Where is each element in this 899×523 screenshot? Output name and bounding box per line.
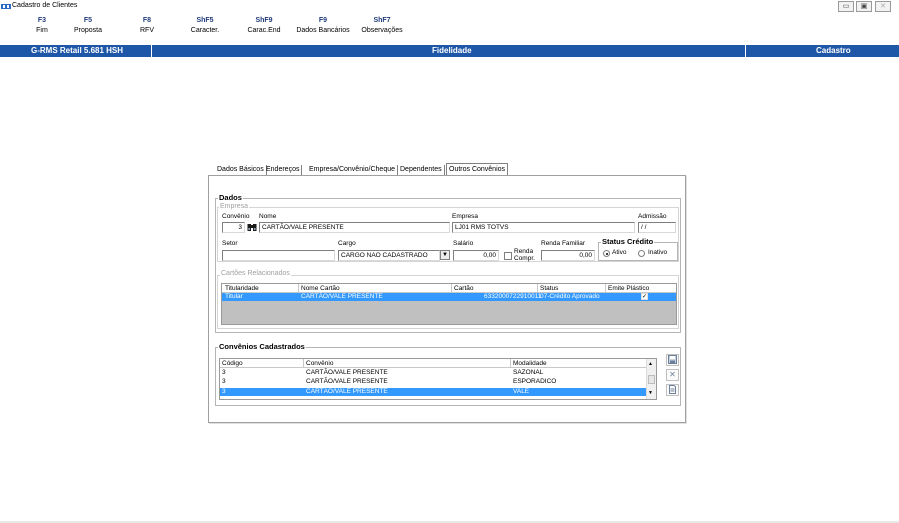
- fkey-code: ShF7: [373, 17, 391, 24]
- scroll-down-icon[interactable]: ▼: [648, 390, 653, 396]
- tab-label: Outros Convênios: [449, 166, 506, 173]
- convenio-field[interactable]: 3: [222, 222, 245, 233]
- column-header[interactable]: Cartão: [454, 284, 474, 293]
- column-header[interactable]: Código: [222, 359, 243, 368]
- cell-status: 07-Crédito Aprovado: [540, 293, 600, 300]
- cell-convenio: CARTÃO/VALE PRESENTE: [306, 388, 388, 395]
- tab-label: Dados Básicos: [217, 166, 264, 173]
- product-name: G-RMS Retail 5.681 HSH: [31, 46, 124, 55]
- salario-field[interactable]: 0,00: [453, 250, 499, 261]
- close-button[interactable]: ✕: [875, 1, 891, 12]
- cell-codigo: 3: [222, 378, 226, 385]
- cargo-select[interactable]: CARGO NAO CADASTRADO: [338, 250, 440, 261]
- column-separator: [510, 359, 511, 368]
- table-row[interactable]: Titular CARTÃO/VALE PRESENTE 63320007229…: [222, 293, 676, 301]
- status-bar: G-RMS Retail 5.681 HSH Fidelidade Cadast…: [0, 45, 899, 57]
- tab-dados-basicos[interactable]: Dados Básicos: [215, 165, 267, 175]
- renda-familiar-field[interactable]: 0,00: [541, 250, 595, 261]
- status-separator: [151, 45, 152, 57]
- salario-label: Salário: [453, 240, 474, 247]
- checkmark-icon: ✓: [641, 293, 648, 300]
- cartoes-group-title: Cartões Relacionados: [220, 270, 291, 277]
- column-header[interactable]: Emite Plástico: [608, 284, 649, 293]
- column-separator: [605, 284, 606, 293]
- convenios-grid-header: Código Convênio Modalidade: [220, 359, 656, 368]
- setor-label: Setor: [222, 240, 238, 247]
- renda-compr-label: Renda Compr.: [514, 248, 535, 262]
- cell-cartao: 6332000722910011: [484, 293, 542, 300]
- tab-label: Dependentes: [400, 166, 442, 173]
- cell-convenio: CARTÃO/VALE PRESENTE: [306, 378, 388, 385]
- module-name: Fidelidade: [432, 46, 472, 55]
- column-separator: [451, 284, 452, 293]
- inativo-label: Inativo: [648, 249, 668, 256]
- chevron-down-icon[interactable]: ▼: [440, 250, 450, 260]
- vertical-scrollbar[interactable]: ▲ ▼: [646, 359, 656, 399]
- tab-label: Empresa/Convênio/Cheque: [309, 166, 395, 173]
- tab-enderecos[interactable]: Endereços: [264, 165, 303, 175]
- convenios-grid[interactable]: Código Convênio Modalidade 3 CARTÃO/VALE…: [219, 358, 657, 400]
- column-separator: [537, 284, 538, 293]
- dados-group-title: Dados: [218, 193, 243, 202]
- fkey-label: Observações: [361, 27, 403, 34]
- mode-name: Cadastro: [816, 46, 851, 55]
- empresa-label: Empresa: [452, 213, 479, 220]
- binoculars-icon[interactable]: [247, 223, 257, 232]
- column-header[interactable]: Modalidade: [513, 359, 547, 368]
- restore-button[interactable]: ▣: [856, 1, 872, 12]
- fkey-observacoes[interactable]: ShF7 Observações: [347, 17, 417, 34]
- admissao-label: Admissão: [638, 213, 667, 220]
- cartoes-grid[interactable]: Titularidade Nome Cartão Cartão Status E…: [221, 283, 677, 325]
- status-separator: [745, 45, 746, 57]
- cartoes-grid-header: Titularidade Nome Cartão Cartão Status E…: [222, 284, 676, 293]
- cell-codigo: 3: [222, 388, 226, 395]
- scroll-thumb[interactable]: [648, 375, 655, 384]
- convenio-label: Convênio: [222, 213, 250, 220]
- delete-icon[interactable]: ✕: [666, 369, 679, 381]
- admissao-field[interactable]: / /: [638, 222, 676, 233]
- ativo-radio[interactable]: [603, 250, 610, 257]
- cell-nome-cartao: CARTÃO/VALE PRESENTE: [301, 293, 383, 300]
- cell-modalidade: ESPORADICO: [513, 378, 557, 385]
- table-row[interactable]: 3 CARTÃO/VALE PRESENTE VALE: [220, 388, 646, 396]
- column-header[interactable]: Nome Cartão: [301, 284, 340, 293]
- setor-field[interactable]: [222, 250, 335, 261]
- column-separator: [298, 284, 299, 293]
- cell-codigo: 3: [222, 369, 226, 376]
- renda-compr-checkbox[interactable]: [504, 252, 512, 260]
- function-key-bar: F3 Fim F5 Proposta F8 RFV ShF5 Caracter.…: [0, 17, 899, 43]
- window-titlebar: Cadastro de Clientes ▭ ▣ ✕: [0, 0, 899, 13]
- minimize-button[interactable]: ▭: [838, 1, 854, 12]
- column-header[interactable]: Convênio: [306, 359, 333, 368]
- scroll-up-icon[interactable]: ▲: [648, 361, 653, 367]
- nome-field[interactable]: CARTÃO/VALE PRESENTE: [259, 222, 450, 233]
- cell-modalidade: SAZONAL: [513, 369, 544, 376]
- ativo-label: Ativo: [612, 249, 627, 256]
- column-header[interactable]: Titularidade: [225, 284, 259, 293]
- app-icon: [1, 4, 11, 9]
- table-row[interactable]: 3 CARTÃO/VALE PRESENTE SAZONAL: [220, 369, 646, 377]
- convenios-group-title: Convênios Cadastrados: [218, 342, 306, 351]
- inativo-radio[interactable]: [638, 250, 645, 257]
- status-credito-title: Status Crédito: [601, 237, 655, 246]
- nome-label: Nome: [259, 213, 277, 220]
- column-separator: [303, 359, 304, 368]
- save-icon[interactable]: [666, 354, 679, 366]
- cell-convenio: CARTÃO/VALE PRESENTE: [306, 369, 388, 376]
- renda-familiar-label: Renda Familiar: [541, 240, 586, 247]
- table-row[interactable]: 3 CARTÃO/VALE PRESENTE ESPORADICO: [220, 378, 646, 386]
- empresa-field[interactable]: LJ01 RMS TOTVS: [452, 222, 635, 233]
- column-header[interactable]: Status: [540, 284, 558, 293]
- cell-titularidade: Titular: [225, 293, 243, 300]
- tab-label: Endereços: [266, 166, 300, 173]
- cargo-label: Cargo: [338, 240, 356, 247]
- window-title: Cadastro de Clientes: [12, 2, 78, 9]
- cell-modalidade: VALE: [513, 388, 530, 395]
- new-document-icon[interactable]: [666, 384, 679, 396]
- tab-dependentes[interactable]: Dependentes: [398, 165, 445, 175]
- tab-empresa-convenio-cheque[interactable]: Empresa/Convênio/Cheque: [307, 165, 398, 175]
- empresa-subgroup-title: Empresa: [219, 203, 250, 210]
